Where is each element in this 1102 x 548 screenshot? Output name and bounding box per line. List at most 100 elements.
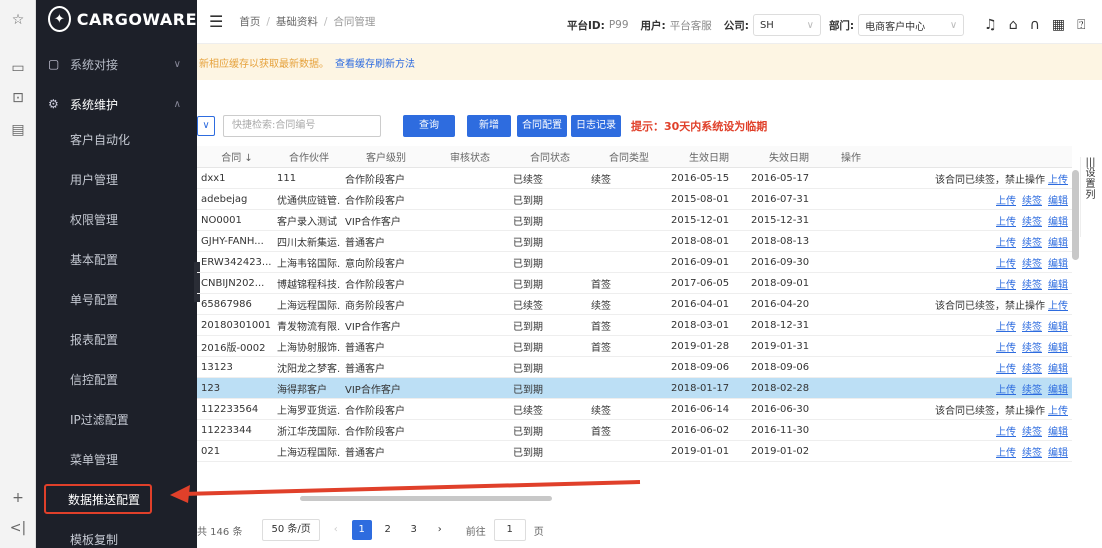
bell-icon[interactable]: ♫	[984, 17, 997, 33]
table-row[interactable]: 11223344 浙江华茂国际... 合作阶段客户 已到期 首签 2016-06-02 20…	[197, 420, 1072, 441]
home-icon[interactable]: ⌂	[1009, 17, 1018, 33]
page-2[interactable]: 2	[378, 520, 398, 540]
book-icon[interactable]: ▭	[8, 58, 28, 78]
edit-link[interactable]: 编辑	[1048, 238, 1068, 249]
renew-link[interactable]: 续签	[1022, 448, 1042, 459]
table-row[interactable]: GJHY-FANH... 四川太新集运... 普通客户 已到期 2018-08-01 20…	[197, 231, 1072, 252]
sidebar-item-user-management[interactable]: 用户管理	[36, 159, 197, 199]
renew-link[interactable]: 续签	[1022, 343, 1042, 354]
cell-status: 已续签	[513, 300, 543, 312]
collapse-icon[interactable]: <|	[8, 518, 28, 538]
page-1[interactable]: 1	[351, 520, 372, 540]
sidebar-item-template-copy[interactable]: 模板复制	[36, 519, 197, 548]
plus-icon[interactable]: +	[8, 488, 28, 508]
query-button[interactable]: 查询	[403, 115, 455, 137]
document-icon[interactable]: ▤	[8, 120, 28, 140]
renew-link[interactable]: 续签	[1022, 217, 1042, 228]
set-columns-button[interactable]: ||| 设置列	[1080, 157, 1100, 237]
star-icon[interactable]: ☆	[8, 10, 28, 30]
renew-link[interactable]: 续签	[1022, 427, 1042, 438]
upload-link[interactable]: 上传	[1048, 175, 1068, 186]
grid-icon[interactable]: ▦	[1052, 17, 1065, 33]
vertical-scrollbar[interactable]	[1072, 170, 1079, 260]
cache-refresh-link[interactable]: 查看缓存刷新方法	[335, 55, 415, 70]
edit-link[interactable]: 编辑	[1048, 385, 1068, 396]
edit-link[interactable]: 编辑	[1048, 448, 1068, 459]
sidebar-item-basic-config[interactable]: 基本配置	[36, 239, 197, 279]
screenshot-icon[interactable]: ⊡	[8, 88, 28, 108]
sidebar-group-maintenance[interactable]: ⚙ 系统维护 ∧	[36, 88, 197, 120]
cell-actions: 上传 续签 编辑	[827, 213, 1072, 228]
upload-link[interactable]: 上传	[996, 322, 1016, 333]
breadcrumb-home[interactable]: 首页	[239, 16, 260, 28]
edit-link[interactable]: 编辑	[1048, 322, 1068, 333]
table-row[interactable]: 2016版-0002 上海协射服饰... 普通客户 已到期 首签 2019-01-28 20…	[197, 336, 1072, 357]
page-3[interactable]: 3	[404, 520, 424, 540]
expand-filter-icon[interactable]: ∨	[197, 116, 215, 136]
edit-link[interactable]: 编辑	[1048, 259, 1068, 270]
edit-link[interactable]: 编辑	[1048, 427, 1068, 438]
sidebar-item-data-push-config[interactable]: 数据推送配置	[44, 484, 152, 514]
goto-input[interactable]: 1	[493, 519, 526, 541]
upload-link[interactable]: 上传	[996, 343, 1016, 354]
renew-link[interactable]: 续签	[1022, 196, 1042, 207]
upload-link[interactable]: 上传	[1048, 301, 1068, 312]
upload-link[interactable]: 上传	[996, 280, 1016, 291]
edit-link[interactable]: 编辑	[1048, 280, 1068, 291]
upload-link[interactable]: 上传	[996, 448, 1016, 459]
menu-toggle-icon[interactable]: ☰	[209, 12, 223, 31]
table-row[interactable]: CNBIJN202... 博越锦程科技... 合作阶段客户 已到期 首签 2017-06-…	[197, 273, 1072, 294]
table-row[interactable]: 112233564 上海罗亚货运... 合作阶段客户 已续签 续签 2016-06-14 2…	[197, 399, 1072, 420]
sidebar-item-credit-config[interactable]: 信控配置	[36, 359, 197, 399]
edit-link[interactable]: 编辑	[1048, 196, 1068, 207]
renew-link[interactable]: 续签	[1022, 322, 1042, 333]
edit-link[interactable]: 编辑	[1048, 343, 1068, 354]
breadcrumb-basic-data[interactable]: 基础资料	[276, 16, 318, 28]
upload-link[interactable]: 上传	[1048, 406, 1068, 417]
table-row[interactable]: adebejag 优通供应链管... 合作阶段客户 已到期 2015-08-01 2016…	[197, 189, 1072, 210]
upload-link[interactable]: 上传	[996, 238, 1016, 249]
renew-link[interactable]: 续签	[1022, 364, 1042, 375]
dept-select[interactable]: 电商客户中心 ∨	[858, 14, 965, 36]
sidebar-item-report-config[interactable]: 报表配置	[36, 319, 197, 359]
sidebar-item-ip-filter-config[interactable]: IP过滤配置	[36, 399, 197, 439]
upload-link[interactable]: 上传	[996, 427, 1016, 438]
search-input[interactable]: 快捷检索:合同编号	[223, 115, 381, 137]
sidebar-group-integration[interactable]: ▢ 系统对接 ∨	[36, 48, 197, 80]
renew-link[interactable]: 续签	[1022, 280, 1042, 291]
sidebar-group-label: 系统对接	[70, 57, 119, 72]
upload-link[interactable]: 上传	[996, 385, 1016, 396]
edit-link[interactable]: 编辑	[1048, 217, 1068, 228]
table-row[interactable]: NO0001 客户录入测试 VIP合作客户 已到期 2015-12-01 2015-12-…	[197, 210, 1072, 231]
col-contract[interactable]: 合同 ↓	[197, 149, 273, 164]
add-button[interactable]: 新增	[467, 115, 511, 137]
upload-link[interactable]: 上传	[996, 217, 1016, 228]
company-select[interactable]: SH ∨	[752, 14, 821, 36]
log-button[interactable]: 日志记录	[571, 115, 621, 137]
table-row[interactable]: 123 海得邦客户 VIP合作客户 已到期 2018-01-17 2018-02-28 上传…	[197, 378, 1072, 399]
table-row[interactable]: dxx1 111 合作阶段客户 已续签 续签 2016-05-15 2016-05-17 该合…	[197, 168, 1072, 189]
help-icon[interactable]: ⍰	[1077, 17, 1085, 33]
table-row[interactable]: 20180301001 青发物流有限... VIP合作客户 已到期 首签 2018-03-…	[197, 315, 1072, 336]
table-row[interactable]: ERW342423... 上海韦铭国际... 意向阶段客户 已到期 2016-09-01…	[197, 252, 1072, 273]
headset-icon[interactable]: ∩	[1030, 17, 1040, 33]
sidebar-item-number-config[interactable]: 单号配置	[36, 279, 197, 319]
sidebar-item-customer-automation[interactable]: 客户自动化	[36, 119, 197, 159]
upload-link[interactable]: 上传	[996, 196, 1016, 207]
table-row[interactable]: 021 上海迈程国际... 普通客户 已到期 2019-01-01 2019-01-02 上…	[197, 441, 1072, 462]
logo[interactable]: ✦ CARGOWARE	[36, 0, 197, 38]
user-value: 平台客服	[669, 19, 712, 32]
sidebar-item-permission-management[interactable]: 权限管理	[36, 199, 197, 239]
contract-config-button[interactable]: 合同配置	[517, 115, 567, 137]
table-row[interactable]: 65867986 上海远程国际... 商务阶段客户 已续签 续签 2016-04-01 20…	[197, 294, 1072, 315]
edit-link[interactable]: 编辑	[1048, 364, 1068, 375]
page-size-select[interactable]: 50 条/页	[262, 519, 320, 541]
prev-page-icon[interactable]: ‹	[326, 520, 346, 540]
next-page-icon[interactable]: ›	[430, 520, 450, 540]
renew-link[interactable]: 续签	[1022, 385, 1042, 396]
renew-link[interactable]: 续签	[1022, 259, 1042, 270]
renew-link[interactable]: 续签	[1022, 238, 1042, 249]
table-row[interactable]: 13123 沈阳龙之梦客... 普通客户 已到期 2018-09-06 2018-09-0…	[197, 357, 1072, 378]
upload-link[interactable]: 上传	[996, 364, 1016, 375]
upload-link[interactable]: 上传	[996, 259, 1016, 270]
